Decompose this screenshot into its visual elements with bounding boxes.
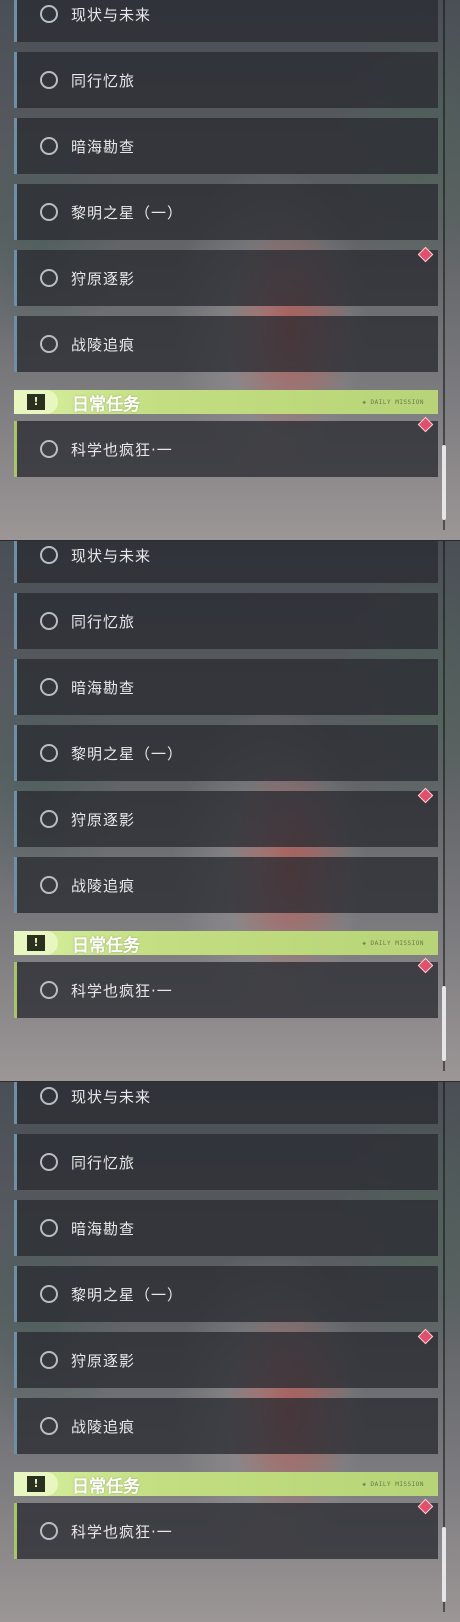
- circle-icon: [40, 71, 58, 89]
- quest-row-anhai[interactable]: 暗海勘查: [14, 1200, 438, 1256]
- quest-label: 黎明之星（一）: [71, 203, 184, 222]
- quest-label: 黎明之星（一）: [71, 744, 184, 763]
- circle-icon: [40, 1522, 58, 1540]
- alert-icon: !: [27, 1476, 45, 1492]
- circle-icon: [40, 1153, 58, 1171]
- circle-icon: [40, 546, 58, 564]
- quest-row-zhanling[interactable]: 战陵追痕: [14, 857, 438, 913]
- quest-label: 狩原逐影: [71, 1351, 136, 1370]
- quest-row-xianzhuang[interactable]: 现状与未来: [14, 0, 438, 42]
- quest-row-anhai[interactable]: 暗海勘查: [14, 118, 438, 174]
- scrollbar-thumb[interactable]: [442, 986, 446, 1061]
- quest-label: 现状与未来: [71, 546, 152, 565]
- quest-row-shouyuan[interactable]: 狩原逐影: [14, 1332, 438, 1388]
- section-decoration: ◈ DAILY MISSION: [362, 939, 424, 947]
- circle-icon: [40, 137, 58, 155]
- quest-row-daily[interactable]: 科学也疯狂·一: [14, 1503, 438, 1559]
- circle-icon: [40, 1351, 58, 1369]
- circle-icon: [40, 1219, 58, 1237]
- quest-row-tongxing[interactable]: 同行忆旅: [14, 1134, 438, 1190]
- quest-row-daily[interactable]: 科学也疯狂·一: [14, 421, 438, 477]
- quest-row-zhanling[interactable]: 战陵追痕: [14, 1398, 438, 1454]
- section-icon-box: !: [14, 931, 58, 955]
- circle-icon: [40, 203, 58, 221]
- quest-label: 同行忆旅: [71, 71, 136, 90]
- circle-icon: [40, 1087, 58, 1105]
- section-decoration: ◈ DAILY MISSION: [362, 1480, 424, 1488]
- quest-label: 科学也疯狂·一: [71, 440, 173, 459]
- quest-label: 狩原逐影: [71, 269, 136, 288]
- circle-icon: [40, 1285, 58, 1303]
- quest-row-anhai[interactable]: 暗海勘查: [14, 659, 438, 715]
- quest-row-tongxing[interactable]: 同行忆旅: [14, 52, 438, 108]
- quest-row-shouyuan[interactable]: 狩原逐影: [14, 250, 438, 306]
- quest-label: 暗海勘查: [71, 137, 136, 156]
- quest-label: 黎明之星（一）: [71, 1285, 184, 1304]
- alert-icon: !: [27, 935, 45, 951]
- quest-row-zhanling[interactable]: 战陵追痕: [14, 316, 438, 372]
- scrollbar-thumb[interactable]: [442, 1527, 446, 1602]
- quest-row-daily[interactable]: 科学也疯狂·一: [14, 962, 438, 1018]
- quest-label: 战陵追痕: [71, 876, 136, 895]
- quest-row-tongxing[interactable]: 同行忆旅: [14, 593, 438, 649]
- quest-row-liming[interactable]: 黎明之星（一）: [14, 725, 438, 781]
- quest-label: 同行忆旅: [71, 612, 136, 631]
- quest-row-shouyuan[interactable]: 狩原逐影: [14, 791, 438, 847]
- circle-icon: [40, 810, 58, 828]
- section-title: 日常任务: [72, 935, 140, 956]
- circle-icon: [40, 981, 58, 999]
- section-icon-box: !: [14, 390, 58, 414]
- circle-icon: [40, 335, 58, 353]
- section-title: 日常任务: [72, 394, 140, 415]
- circle-icon: [40, 269, 58, 287]
- quest-label: 暗海勘查: [71, 678, 136, 697]
- circle-icon: [40, 612, 58, 630]
- quest-label: 战陵追痕: [71, 1417, 136, 1436]
- quest-label: 科学也疯狂·一: [71, 1522, 173, 1541]
- section-icon-box: !: [14, 1472, 58, 1496]
- circle-icon: [40, 5, 58, 23]
- quest-label: 暗海勘查: [71, 1219, 136, 1238]
- daily-section-header: ! 日常任务 ◈ DAILY MISSION: [14, 1472, 438, 1497]
- alert-icon: !: [27, 394, 45, 410]
- quest-label: 战陵追痕: [71, 335, 136, 354]
- quest-label: 狩原逐影: [71, 810, 136, 829]
- circle-icon: [40, 876, 58, 894]
- daily-section-header: ! 日常任务 ◈ DAILY MISSION: [14, 390, 438, 415]
- quest-label: 现状与未来: [71, 5, 152, 24]
- quest-panel-1: 现状与未来 同行忆旅 暗海勘查 黎明之星（一） 狩原逐影 战陵追痕 ! 日常任务…: [0, 0, 460, 540]
- section-decoration: ◈ DAILY MISSION: [362, 398, 424, 406]
- circle-icon: [40, 440, 58, 458]
- quest-label: 现状与未来: [71, 1087, 152, 1106]
- circle-icon: [40, 744, 58, 762]
- circle-icon: [40, 678, 58, 696]
- quest-label: 同行忆旅: [71, 1153, 136, 1172]
- quest-panel-2: 现状与未来 同行忆旅 暗海勘查 黎明之星（一） 狩原逐影 战陵追痕 ! 日常任务…: [0, 540, 460, 1081]
- quest-row-xianzhuang[interactable]: 现状与未来: [14, 1082, 438, 1124]
- quest-panel-3: 现状与未来 同行忆旅 暗海勘查 黎明之星（一） 狩原逐影 战陵追痕 ! 日常任务…: [0, 1081, 460, 1622]
- quest-row-liming[interactable]: 黎明之星（一）: [14, 1266, 438, 1322]
- daily-section-header: ! 日常任务 ◈ DAILY MISSION: [14, 931, 438, 956]
- section-title: 日常任务: [72, 1476, 140, 1497]
- quest-row-liming[interactable]: 黎明之星（一）: [14, 184, 438, 240]
- quest-label: 科学也疯狂·一: [71, 981, 173, 1000]
- circle-icon: [40, 1417, 58, 1435]
- quest-row-xianzhuang[interactable]: 现状与未来: [14, 541, 438, 583]
- scrollbar-thumb[interactable]: [442, 445, 446, 520]
